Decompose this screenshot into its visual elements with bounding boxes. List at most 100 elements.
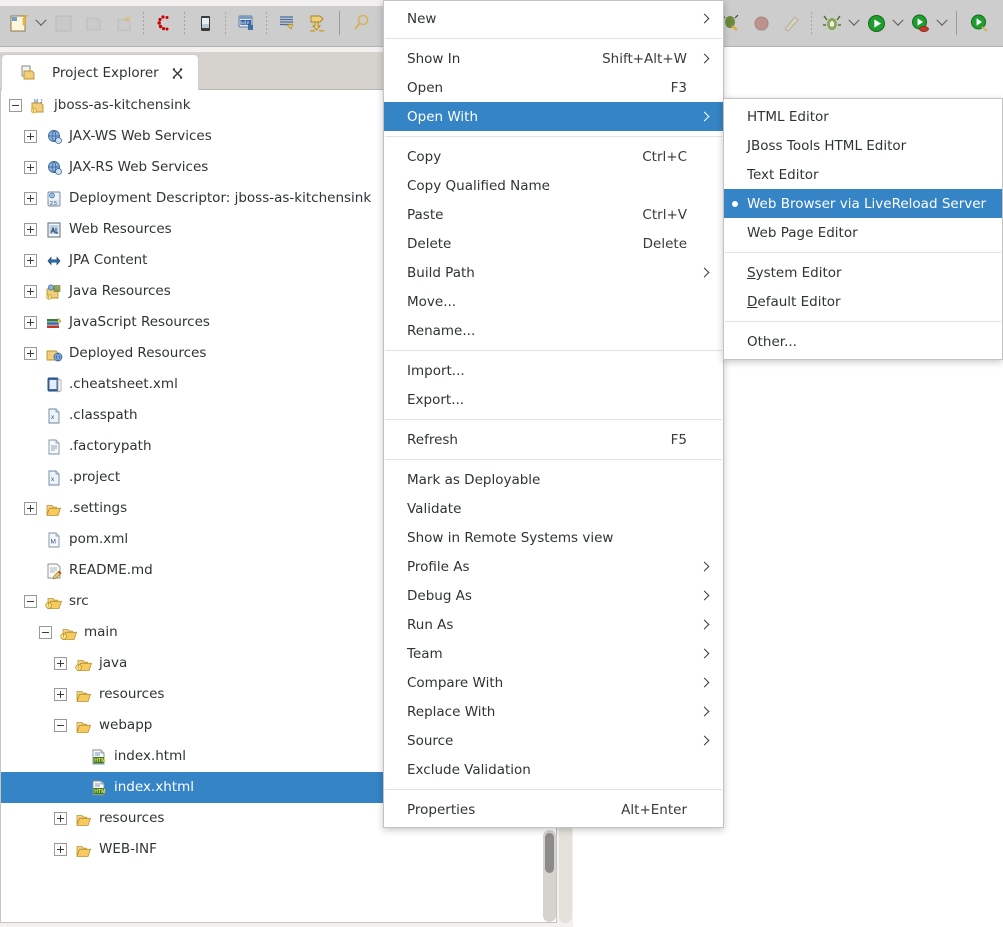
tree-item-label: .factorypath (69, 437, 152, 454)
print-icon[interactable] (108, 8, 138, 38)
toolbar-right-group (716, 6, 994, 40)
run-server-icon[interactable] (905, 8, 935, 38)
expand-icon[interactable] (54, 657, 67, 670)
tree-vertical-scrollbar[interactable] (543, 830, 556, 922)
expand-icon[interactable] (24, 223, 37, 236)
submenu-item-system-editor[interactable]: System Editor (724, 258, 1002, 287)
tree-scrollbar-thumb[interactable] (545, 833, 554, 873)
expand-icon[interactable] (24, 130, 37, 143)
submenu-item-default-editor[interactable]: Default Editor (724, 287, 1002, 316)
open-with-submenu[interactable]: HTML Editor JBoss Tools HTML Editor Text E… (723, 98, 1003, 360)
collapse-icon[interactable] (54, 719, 67, 732)
profile-icon[interactable] (776, 8, 806, 38)
expand-icon[interactable] (24, 347, 37, 360)
menu-item-exclude-validation[interactable]: Exclude Validation (384, 755, 723, 784)
file-context-menu[interactable]: New Show In Shift+Alt+W Open F3 Open With Copy… (383, 0, 724, 828)
expand-icon[interactable] (24, 502, 37, 515)
submenu-chevron-icon (701, 562, 709, 572)
tree-item-label: JPA Content (69, 251, 148, 268)
menu-item-copy-qualified-name[interactable]: Copy Qualified Name (384, 171, 723, 200)
run-icon[interactable] (861, 8, 891, 38)
submenu-chevron-icon (701, 649, 709, 659)
menu-item-label: Paste (407, 206, 444, 223)
menu-separator (385, 459, 722, 460)
collapse-icon[interactable] (39, 626, 52, 639)
menu-item-team[interactable]: Team (384, 639, 723, 668)
submenu-item-label: JBoss Tools HTML Editor (747, 137, 907, 154)
project-icon[interactable]: M P (231, 8, 261, 38)
profile-run-icon[interactable] (964, 8, 994, 38)
jboss-central-icon[interactable] (149, 8, 179, 38)
menu-item-copy[interactable]: Copy Ctrl+C (384, 142, 723, 171)
expand-icon[interactable] (54, 812, 67, 825)
menu-item-replace-with[interactable]: Replace With (384, 697, 723, 726)
expand-icon[interactable] (24, 192, 37, 205)
menu-arrow-spacer (701, 326, 709, 336)
markdown-file-icon (45, 562, 63, 580)
submenu-item-jboss-tools-html-editor[interactable]: JBoss Tools HTML Editor (724, 131, 1002, 160)
svg-text:!: ! (78, 665, 79, 671)
menu-arrow-spacer (701, 210, 709, 220)
menu-item-compare-with[interactable]: Compare With (384, 668, 723, 697)
menu-item-new[interactable]: New (384, 4, 723, 33)
coverage-icon[interactable] (746, 8, 776, 38)
save-all-icon[interactable] (78, 8, 108, 38)
menu-item-mark-as-deployable[interactable]: Mark as Deployable (384, 465, 723, 494)
tab-project-explorer[interactable]: Project Explorer (1, 54, 199, 91)
menu-item-label: Team (407, 645, 443, 662)
menu-item-source[interactable]: Source (384, 726, 723, 755)
mobile-browser-icon[interactable] (190, 8, 220, 38)
expand-icon[interactable] (54, 688, 67, 701)
expand-icon[interactable] (24, 254, 37, 267)
submenu-item-other[interactable]: Other... (724, 327, 1002, 356)
menu-item-debug-as[interactable]: Debug As (384, 581, 723, 610)
submenu-item-text-editor[interactable]: Text Editor (724, 160, 1002, 189)
menu-item-run-as[interactable]: Run As (384, 610, 723, 639)
menu-item-show-in-remote-systems-view[interactable]: Show in Remote Systems view (384, 523, 723, 552)
svg-text:2.5: 2.5 (50, 201, 57, 207)
new-wizard-icon[interactable] (4, 8, 34, 38)
menu-item-build-path[interactable]: Build Path (384, 258, 723, 287)
tree-item-label: JAX-WS Web Services (69, 127, 212, 144)
menu-item-properties[interactable]: Properties Alt+Enter (384, 795, 723, 824)
close-icon[interactable] (171, 67, 184, 80)
submenu-item-web-page-editor[interactable]: Web Page Editor (724, 218, 1002, 247)
collapse-icon[interactable] (24, 595, 37, 608)
submenu-chevron-icon (701, 736, 709, 746)
deploy-icon[interactable] (302, 8, 332, 38)
tree-item-label: jboss-as-kitchensink (54, 96, 191, 113)
menu-item-paste[interactable]: Paste Ctrl+V (384, 200, 723, 229)
new-dropdown-arrow[interactable] (34, 8, 48, 38)
menu-item-label: Exclude Validation (407, 761, 531, 778)
menu-item-validate[interactable]: Validate (384, 494, 723, 523)
collapse-icon[interactable] (9, 99, 22, 112)
tree-item-label: Deployed Resources (69, 344, 207, 361)
menu-item-move[interactable]: Move... (384, 287, 723, 316)
menu-item-open[interactable]: Open F3 (384, 73, 723, 102)
menu-item-show-in[interactable]: Show In Shift+Alt+W (384, 44, 723, 73)
menu-item-delete[interactable]: Delete Delete (384, 229, 723, 258)
menu-item-profile-as[interactable]: Profile As (384, 552, 723, 581)
run-dropdown-arrow[interactable] (891, 8, 905, 38)
search-icon[interactable] (347, 8, 377, 38)
tree-twisty-spacer (69, 781, 82, 794)
submenu-item-html-editor[interactable]: HTML Editor (724, 102, 1002, 131)
save-icon[interactable] (48, 8, 78, 38)
menu-item-import[interactable]: Import... (384, 356, 723, 385)
submenu-item-web-browser-via-livereload-server[interactable]: Web Browser via LiveReload Server (724, 189, 1002, 218)
menu-item-refresh[interactable]: Refresh F5 (384, 425, 723, 454)
expand-icon[interactable] (54, 843, 67, 856)
menu-item-rename[interactable]: Rename... (384, 316, 723, 345)
debug-icon[interactable] (817, 8, 847, 38)
tree-item-web-inf[interactable]: WEB-INF (1, 834, 556, 865)
menu-item-open-with[interactable]: Open With (384, 102, 723, 131)
run-server-dropdown-arrow[interactable] (935, 8, 949, 38)
menu-item-export[interactable]: Export... (384, 385, 723, 414)
view-vertical-scrollbar[interactable] (559, 823, 572, 923)
menu-arrow-spacer (701, 805, 709, 815)
expand-icon[interactable] (24, 316, 37, 329)
expand-icon[interactable] (24, 285, 37, 298)
marker-icon[interactable] (272, 8, 302, 38)
expand-icon[interactable] (24, 161, 37, 174)
debug-dropdown-arrow[interactable] (847, 8, 861, 38)
